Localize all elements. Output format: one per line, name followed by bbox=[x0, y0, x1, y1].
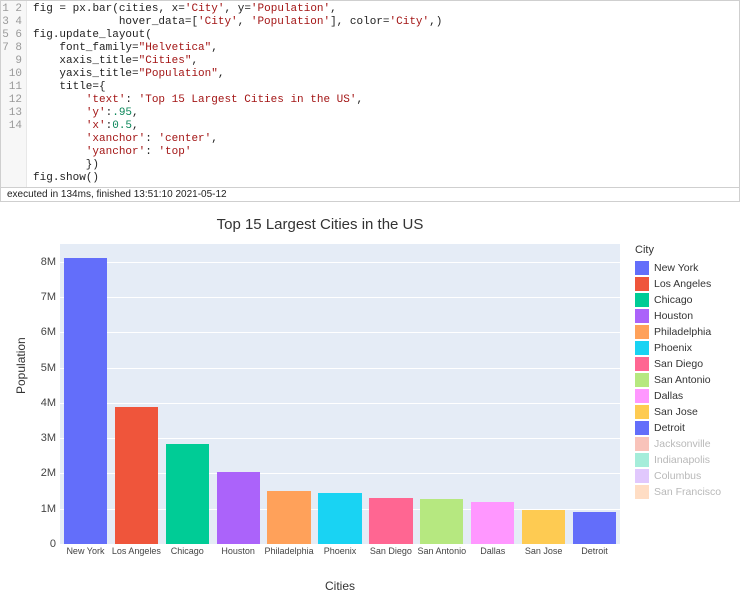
legend-swatch bbox=[635, 341, 649, 355]
y-tick-label: 1M bbox=[6, 503, 56, 515]
x-tick-label: Houston bbox=[213, 546, 263, 556]
legend-swatch bbox=[635, 357, 649, 371]
legend-label: Columbus bbox=[654, 470, 701, 482]
x-axis-label: Cities bbox=[60, 579, 620, 593]
line-number-gutter: 1 2 3 4 5 6 7 8 9 10 11 12 13 14 bbox=[1, 1, 27, 187]
code-editor[interactable]: fig = px.bar(cities, x='City', y='Popula… bbox=[27, 1, 739, 187]
y-tick-label: 0 bbox=[6, 538, 56, 550]
legend-label: Detroit bbox=[654, 422, 685, 434]
legend-item[interactable]: San Antonio bbox=[635, 372, 721, 388]
legend-item[interactable]: New York bbox=[635, 260, 721, 276]
legend-swatch bbox=[635, 405, 649, 419]
legend-item[interactable]: Indianapolis bbox=[635, 452, 721, 468]
bar[interactable] bbox=[369, 498, 412, 544]
legend-swatch bbox=[635, 453, 649, 467]
chart-output: Top 15 Largest Cities in the US Populati… bbox=[0, 202, 740, 597]
grid-line bbox=[60, 368, 620, 369]
x-tick-label: Los Angeles bbox=[111, 546, 161, 556]
legend-item[interactable]: San Diego bbox=[635, 356, 721, 372]
legend-item[interactable]: San Jose bbox=[635, 404, 721, 420]
legend-label: Dallas bbox=[654, 390, 683, 402]
legend-label: Philadelphia bbox=[654, 326, 711, 338]
x-tick-label: Detroit bbox=[570, 546, 620, 556]
legend-swatch bbox=[635, 437, 649, 451]
bar[interactable] bbox=[318, 493, 361, 544]
bar[interactable] bbox=[573, 512, 616, 544]
x-tick-label: San Antonio bbox=[417, 546, 467, 556]
legend-swatch bbox=[635, 325, 649, 339]
legend-title: City bbox=[635, 244, 721, 256]
legend-item[interactable]: Dallas bbox=[635, 388, 721, 404]
chart-title: Top 15 Largest Cities in the US bbox=[0, 216, 640, 233]
bar[interactable] bbox=[217, 472, 260, 544]
grid-line bbox=[60, 262, 620, 263]
x-tick-label: San Diego bbox=[366, 546, 416, 556]
legend-item[interactable]: Chicago bbox=[635, 292, 721, 308]
legend-item[interactable]: Detroit bbox=[635, 420, 721, 436]
legend-label: San Jose bbox=[654, 406, 698, 418]
legend-label: San Diego bbox=[654, 358, 703, 370]
y-tick-label: 6M bbox=[6, 326, 56, 338]
x-tick-label: Chicago bbox=[162, 546, 212, 556]
legend-label: Jacksonville bbox=[654, 438, 711, 450]
legend-label: Houston bbox=[654, 310, 693, 322]
legend-swatch bbox=[635, 421, 649, 435]
code-cell[interactable]: 1 2 3 4 5 6 7 8 9 10 11 12 13 14 fig = p… bbox=[0, 0, 740, 188]
grid-line bbox=[60, 297, 620, 298]
legend-label: Los Angeles bbox=[654, 278, 711, 290]
x-tick-label: San Jose bbox=[519, 546, 569, 556]
grid-line bbox=[60, 403, 620, 404]
legend-swatch bbox=[635, 485, 649, 499]
legend-item[interactable]: Jacksonville bbox=[635, 436, 721, 452]
bar[interactable] bbox=[471, 502, 514, 544]
grid-line bbox=[60, 332, 620, 333]
y-tick-label: 8M bbox=[6, 256, 56, 268]
legend-item[interactable]: Los Angeles bbox=[635, 276, 721, 292]
y-tick-label: 3M bbox=[6, 432, 56, 444]
legend-item[interactable]: Houston bbox=[635, 308, 721, 324]
y-tick-label: 4M bbox=[6, 397, 56, 409]
legend-swatch bbox=[635, 293, 649, 307]
legend-label: Indianapolis bbox=[654, 454, 710, 466]
legend-label: Chicago bbox=[654, 294, 693, 306]
bar[interactable] bbox=[64, 258, 107, 544]
x-tick-label: Dallas bbox=[468, 546, 518, 556]
legend-item[interactable]: Columbus bbox=[635, 468, 721, 484]
bar[interactable] bbox=[166, 444, 209, 544]
legend-swatch bbox=[635, 261, 649, 275]
grid-line bbox=[60, 544, 620, 545]
x-tick-label: Philadelphia bbox=[264, 546, 314, 556]
execution-status: executed in 134ms, finished 13:51:10 202… bbox=[0, 188, 740, 202]
legend-swatch bbox=[635, 277, 649, 291]
legend: City New York Los Angeles Chicago Houston Ph… bbox=[635, 244, 721, 500]
bar[interactable] bbox=[522, 510, 565, 544]
legend-swatch bbox=[635, 389, 649, 403]
legend-label: New York bbox=[654, 262, 698, 274]
legend-item[interactable]: San Francisco bbox=[635, 484, 721, 500]
legend-label: San Antonio bbox=[654, 374, 711, 386]
legend-swatch bbox=[635, 373, 649, 387]
bar[interactable] bbox=[115, 407, 158, 544]
y-tick-label: 7M bbox=[6, 291, 56, 303]
y-tick-label: 5M bbox=[6, 362, 56, 374]
plot-area[interactable] bbox=[60, 244, 620, 544]
y-tick-label: 2M bbox=[6, 467, 56, 479]
legend-item[interactable]: Phoenix bbox=[635, 340, 721, 356]
legend-swatch bbox=[635, 309, 649, 323]
legend-label: San Francisco bbox=[654, 486, 721, 498]
x-tick-label: New York bbox=[60, 546, 110, 556]
legend-label: Phoenix bbox=[654, 342, 692, 354]
x-tick-label: Phoenix bbox=[315, 546, 365, 556]
legend-item[interactable]: Philadelphia bbox=[635, 324, 721, 340]
bar[interactable] bbox=[267, 491, 310, 544]
legend-swatch bbox=[635, 469, 649, 483]
bar[interactable] bbox=[420, 499, 463, 544]
